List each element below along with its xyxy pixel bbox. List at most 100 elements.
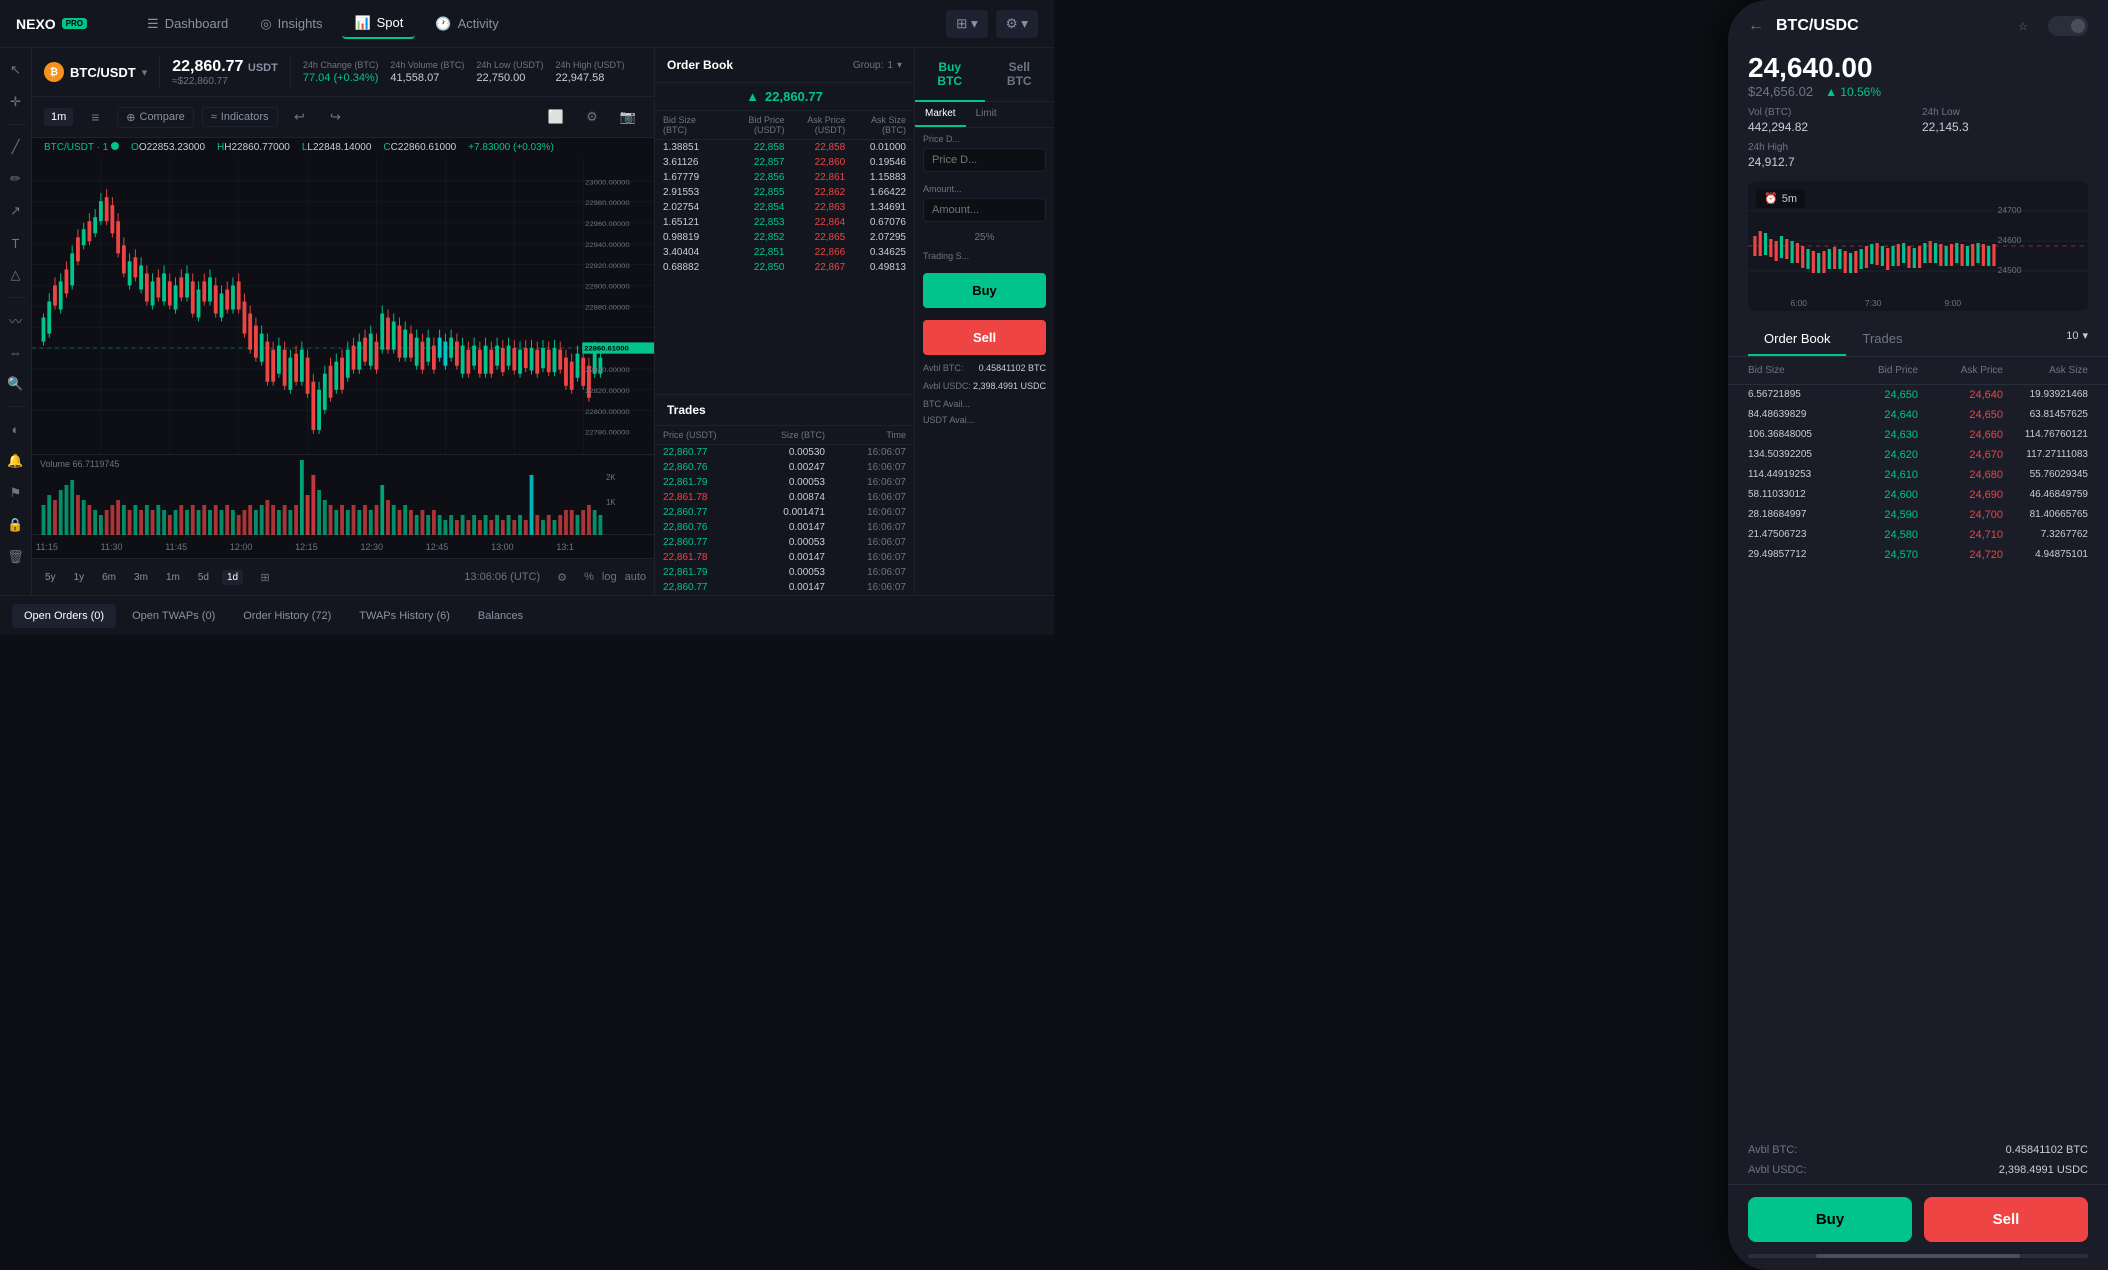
trade-row[interactable]: 22,860.77 0.00147 16:06:07 bbox=[655, 580, 914, 595]
alert-tool[interactable]: 🔔 bbox=[2, 447, 30, 475]
price-d-input[interactable] bbox=[923, 148, 1046, 172]
measure-tool[interactable]: ⇔ bbox=[2, 338, 30, 366]
chart-type-btn[interactable]: ≡ bbox=[81, 103, 109, 131]
compare-chart-btn[interactable]: ⊞ bbox=[251, 563, 279, 591]
nav-item-dashboard[interactable]: ☰ Dashboard bbox=[135, 9, 240, 39]
mobile-star-btn[interactable]: ☆ bbox=[2018, 20, 2028, 33]
ob-row[interactable]: 1.38851 22,858 22,858 0.01000 bbox=[655, 140, 914, 155]
tf-1d[interactable]: 1d bbox=[222, 570, 243, 585]
magnet-tool[interactable]: ◐ bbox=[2, 415, 30, 443]
mobile-sell-button[interactable]: Sell bbox=[1924, 1197, 2088, 1242]
ob-row[interactable]: 1.65121 22,853 22,864 0.67076 bbox=[655, 215, 914, 230]
balances-tab[interactable]: Balances bbox=[466, 604, 535, 628]
ob-row[interactable]: 0.68882 22,850 22,867 0.49813 bbox=[655, 260, 914, 275]
amount-input[interactable] bbox=[923, 198, 1046, 222]
trade-row[interactable]: 22,860.76 0.00147 16:06:07 bbox=[655, 520, 914, 535]
lock-tool[interactable]: 🔒 bbox=[2, 511, 30, 539]
tf-5d[interactable]: 5d bbox=[193, 570, 214, 585]
ob-row[interactable]: 3.40404 22,851 22,866 0.34625 bbox=[655, 245, 914, 260]
mobile-ob-tab[interactable]: Order Book bbox=[1748, 323, 1846, 356]
arrow-tool[interactable]: ↗ bbox=[2, 197, 30, 225]
flag-tool[interactable]: ⚑ bbox=[2, 479, 30, 507]
undo-btn[interactable]: ↩ bbox=[286, 103, 314, 131]
mobile-ob-row[interactable]: 29.49857712 24,570 24,720 4.94875101 bbox=[1728, 545, 2108, 565]
open-orders-tab[interactable]: Open Orders (0) bbox=[12, 604, 116, 628]
tf-6m[interactable]: 6m bbox=[97, 570, 121, 585]
buy-tab[interactable]: Buy BTC bbox=[915, 48, 985, 102]
settings-chart-btn[interactable]: ⚙ bbox=[548, 563, 576, 591]
market-order-tab[interactable]: Market bbox=[915, 102, 966, 127]
trade-row[interactable]: 22,861.78 0.00147 16:06:07 bbox=[655, 550, 914, 565]
trade-row[interactable]: 22,860.77 0.00053 16:06:07 bbox=[655, 535, 914, 550]
fullscreen-toggle[interactable]: ⬜ bbox=[542, 103, 570, 131]
ob-row[interactable]: 2.91553 22,855 22,862 1.66422 bbox=[655, 185, 914, 200]
mobile-trades-tab[interactable]: Trades bbox=[1846, 323, 1918, 356]
ob-row[interactable]: 3.61126 22,857 22,860 0.19546 bbox=[655, 155, 914, 170]
tf-1m[interactable]: 1m bbox=[161, 570, 185, 585]
mobile-ob-row[interactable]: 106.36848005 24,630 24,660 114.76760121 bbox=[1728, 425, 2108, 445]
volume-stat: 24h Volume (BTC) 41,558.07 bbox=[390, 60, 464, 84]
trade-row[interactable]: 22,860.77 0.00530 16:06:07 bbox=[655, 445, 914, 460]
twaps-history-tab[interactable]: TWAPs History (6) bbox=[347, 604, 462, 628]
compare-btn[interactable]: ⊕ Compare bbox=[117, 107, 193, 128]
screenshot-btn[interactable]: 📷 bbox=[614, 103, 642, 131]
nav-item-spot[interactable]: 📊 Spot bbox=[342, 9, 415, 39]
mobile-ob-row[interactable]: 114.44919253 24,610 24,680 55.76029345 bbox=[1728, 465, 2108, 485]
timeframe-1m[interactable]: 1m bbox=[44, 108, 73, 126]
chart-toolbar: 1m ≡ ⊕ Compare ≈ Indicators ↩ ↪ ⬜ ⚙ 📷 bbox=[32, 97, 654, 138]
shape-tool[interactable]: △ bbox=[2, 261, 30, 289]
volume-label: Volume 66.7119745 bbox=[40, 459, 119, 469]
sell-button[interactable]: Sell bbox=[923, 320, 1046, 355]
order-history-tab[interactable]: Order History (72) bbox=[231, 604, 343, 628]
trade-row[interactable]: 22,861.79 0.00053 16:06:07 bbox=[655, 565, 914, 580]
trash-tool[interactable]: 🗑 bbox=[2, 543, 30, 571]
mobile-avbl-btc: Avbl BTC: 0.45841102 BTC bbox=[1728, 1144, 2108, 1164]
trade-row[interactable]: 22,861.79 0.00053 16:06:07 bbox=[655, 475, 914, 490]
mobile-ob-row[interactable]: 28.18684997 24,590 24,700 81.40665765 bbox=[1728, 505, 2108, 525]
chart-canvas[interactable]: 23000.00000 22980.00000 22960.00000 2294… bbox=[32, 157, 654, 454]
mobile-count-selector[interactable]: 10 ▾ bbox=[2066, 323, 2088, 356]
chart-settings[interactable]: ⚙ bbox=[578, 103, 606, 131]
trade-row[interactable]: 22,860.77 0.001471 16:06:07 bbox=[655, 505, 914, 520]
ob-row[interactable]: 1.67779 22,856 22,861 1.15883 bbox=[655, 170, 914, 185]
ob-row[interactable]: 0.98819 22,852 22,865 2.07295 bbox=[655, 230, 914, 245]
pen-tool[interactable]: ✏ bbox=[2, 165, 30, 193]
nav-item-activity[interactable]: 🕐 Activity bbox=[423, 9, 510, 39]
indicators-btn[interactable]: ≈ Indicators bbox=[202, 107, 278, 127]
mobile-chart-badge[interactable]: ⏰ 5m bbox=[1756, 189, 1805, 208]
trade-row[interactable]: 22,861.78 0.00874 16:06:07 bbox=[655, 490, 914, 505]
sell-tab[interactable]: Sell BTC bbox=[985, 48, 1055, 102]
mobile-ob-row[interactable]: 84.48639829 24,640 24,650 63.81457625 bbox=[1728, 405, 2108, 425]
zoom-tool[interactable]: 🔍 bbox=[2, 370, 30, 398]
settings-button[interactable]: ⚙ ▾ bbox=[996, 10, 1038, 38]
mobile-back-btn[interactable]: ← bbox=[1748, 17, 1764, 35]
mobile-ob-row[interactable]: 21.47506723 24,580 24,710 7.3267762 bbox=[1728, 525, 2108, 545]
crosshair-tool[interactable]: ✛ bbox=[2, 88, 30, 116]
pair-name: BTC/USDT bbox=[70, 65, 136, 80]
ob-row[interactable]: 2.02754 22,854 22,863 1.34691 bbox=[655, 200, 914, 215]
svg-text:22920.00000: 22920.00000 bbox=[585, 263, 630, 269]
line-tool[interactable]: ╱ bbox=[2, 133, 30, 161]
usdt-avail-row: USDT Avai... bbox=[915, 413, 1054, 427]
cursor-tool[interactable]: ↖ bbox=[2, 56, 30, 84]
limit-order-tab[interactable]: Limit bbox=[966, 102, 1007, 127]
tf-3m[interactable]: 3m bbox=[129, 570, 153, 585]
redo-btn[interactable]: ↪ bbox=[322, 103, 350, 131]
mobile-ob-row[interactable]: 58.11033012 24,600 24,690 46.46849759 bbox=[1728, 485, 2108, 505]
layout-button[interactable]: ⊞ ▾ bbox=[946, 10, 988, 38]
open-twaps-tab[interactable]: Open TWAPs (0) bbox=[120, 604, 227, 628]
mobile-ob-row[interactable]: 6.56721895 24,650 24,640 19.93921468 bbox=[1728, 385, 2108, 405]
buy-button[interactable]: Buy bbox=[923, 273, 1046, 308]
mobile-buy-button[interactable]: Buy bbox=[1748, 1197, 1912, 1242]
group-selector[interactable]: Group: 1 ▾ bbox=[853, 60, 902, 71]
pair-selector[interactable]: ₿ BTC/USDT ▾ bbox=[44, 62, 147, 82]
tf-1y[interactable]: 1y bbox=[69, 570, 90, 585]
mobile-ob-row[interactable]: 134.50392205 24,620 24,670 117.27111083 bbox=[1728, 445, 2108, 465]
price-usd: ≈$22,860.77 bbox=[172, 76, 278, 87]
mobile-toggle[interactable] bbox=[2048, 16, 2088, 36]
trade-row[interactable]: 22,860.76 0.00247 16:06:07 bbox=[655, 460, 914, 475]
tf-5y[interactable]: 5y bbox=[40, 570, 61, 585]
nav-item-insights[interactable]: ◎ Insights bbox=[248, 9, 334, 39]
fibonacci-tool[interactable]: 〰 bbox=[2, 306, 30, 334]
text-tool[interactable]: T bbox=[2, 229, 30, 257]
